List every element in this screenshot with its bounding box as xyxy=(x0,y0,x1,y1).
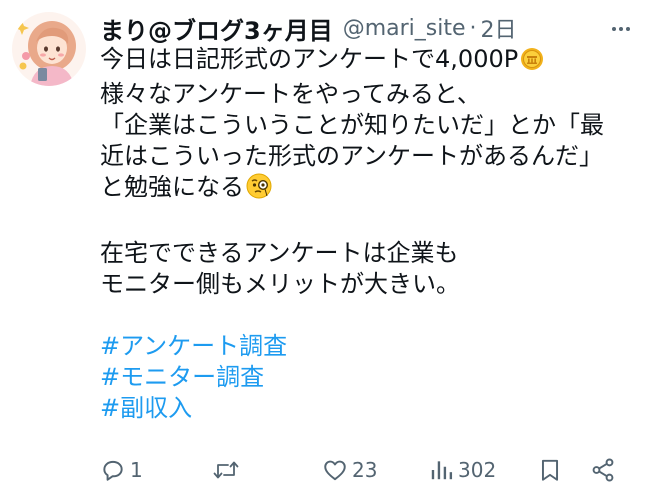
views-chart-icon xyxy=(431,461,453,480)
hashtag-link[interactable]: #副収入 xyxy=(100,393,640,424)
repost-icon xyxy=(213,461,239,479)
tweet-header: まり@ブログ3ヶ月目 @mari_site · 2日 xyxy=(100,10,650,46)
author-display-name[interactable]: まり@ブログ3ヶ月目 xyxy=(100,11,333,46)
text-line: と勉強になる xyxy=(100,172,640,207)
text-line: 今日は日記形式のアンケートで4,000P xyxy=(100,44,640,79)
more-options-button[interactable] xyxy=(606,14,636,44)
share-icon xyxy=(592,458,614,482)
view-count: 302 xyxy=(458,458,497,482)
text-line: モニター側もメリットが大きい。 xyxy=(100,270,460,298)
hashtag-link[interactable]: #アンケート調査 xyxy=(100,331,640,362)
like-count: 23 xyxy=(352,458,378,482)
avatar[interactable] xyxy=(12,12,86,86)
text-line: 在宅でできるアンケートは企業も xyxy=(100,239,459,267)
tweet-timestamp[interactable]: 2日 xyxy=(481,12,517,44)
bookmark-icon xyxy=(541,459,559,481)
tweet-card[interactable]: まり@ブログ3ヶ月目 @mari_site · 2日 今日は日記形式のアンケート… xyxy=(0,0,650,501)
text-line: 「企業はこういうことが知りたいだ」とか「最 xyxy=(100,111,604,139)
text-line: 様々なアンケートをやってみると、 xyxy=(100,80,481,108)
reply-count: 1 xyxy=(130,458,143,482)
coin-emoji xyxy=(520,47,544,79)
like-button[interactable]: 23 xyxy=(322,452,377,488)
bookmark-button[interactable] xyxy=(537,452,563,488)
monocle-face-emoji xyxy=(246,173,272,207)
heart-icon xyxy=(324,460,346,481)
tweet-actions: 1 23 302 xyxy=(100,452,620,488)
more-icon xyxy=(612,27,630,31)
reply-button[interactable]: 1 xyxy=(100,452,143,488)
author-handle[interactable]: @mari_site xyxy=(343,16,466,41)
tweet-text: 今日は日記形式のアンケートで4,000P 様々なアンケートをやってみると、 「企… xyxy=(100,44,640,424)
hashtag-link[interactable]: #モニター調査 xyxy=(100,362,640,393)
views-button[interactable]: 302 xyxy=(428,452,496,488)
separator-dot: · xyxy=(469,15,477,41)
avatar-illustration xyxy=(12,12,86,86)
text-line: 近はこういった形式のアンケートがあるんだ」 xyxy=(100,142,604,170)
repost-button[interactable] xyxy=(212,452,244,488)
reply-icon xyxy=(103,460,123,481)
share-button[interactable] xyxy=(590,452,616,488)
